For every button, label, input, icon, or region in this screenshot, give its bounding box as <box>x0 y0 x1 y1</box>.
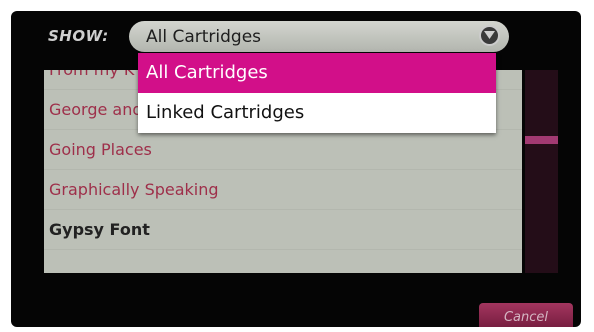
list-item[interactable]: Going Places <box>44 130 522 170</box>
cancel-button[interactable]: Cancel <box>479 303 573 327</box>
dropdown-option-linked-cartridges[interactable]: Linked Cartridges <box>138 93 496 133</box>
list-scrollbar[interactable] <box>525 70 558 273</box>
dropdown-option-all-cartridges[interactable]: All Cartridges <box>138 53 496 93</box>
show-dropdown-menu: All Cartridges Linked Cartridges <box>138 53 496 133</box>
chevron-down-icon[interactable] <box>479 25 500 46</box>
scrollbar-thumb[interactable] <box>525 136 558 144</box>
show-select-value: All Cartridges <box>146 27 262 47</box>
list-item-active[interactable]: Gypsy Font <box>44 210 522 250</box>
list-item[interactable]: Graphically Speaking <box>44 170 522 210</box>
cartridge-browser-window: SHOW: All Cartridges From my K George an… <box>11 11 581 327</box>
show-select[interactable]: All Cartridges <box>129 21 509 52</box>
show-label: SHOW: <box>48 27 109 45</box>
